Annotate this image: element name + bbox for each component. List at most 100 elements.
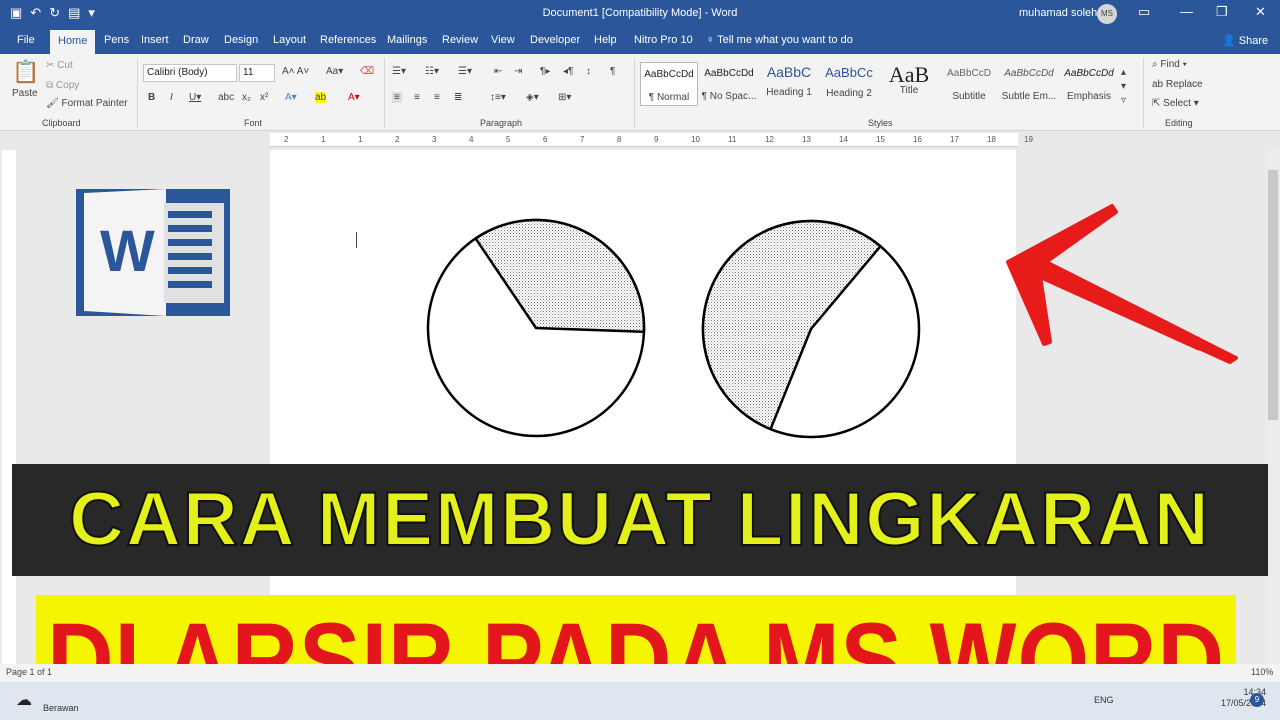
ruler-number: 18: [987, 135, 996, 144]
tab-references[interactable]: References: [320, 34, 376, 46]
weather-label[interactable]: Berawan: [43, 703, 79, 713]
vertical-scrollbar[interactable]: [1266, 150, 1280, 670]
style-heading-1[interactable]: AaBbC Heading 1: [760, 62, 818, 106]
tab-layout[interactable]: Layout: [273, 34, 306, 46]
vertical-ruler[interactable]: [2, 150, 16, 670]
notification-badge[interactable]: 9: [1250, 693, 1264, 707]
ruler-number: 7: [580, 135, 585, 144]
ruler-number: 16: [913, 135, 922, 144]
style-normal[interactable]: AaBbCcDd ¶ Normal: [640, 62, 698, 106]
align-right-icon[interactable]: ≡: [434, 92, 440, 103]
shading-icon[interactable]: ◈▾: [526, 92, 539, 103]
tab-help[interactable]: Help: [594, 34, 617, 46]
horizontal-ruler[interactable]: 2 1 1 2 3 4 5 6 7 8 9 10 11 12 13 14 15 16 17 18 19: [270, 133, 1033, 147]
style-title[interactable]: AaB Title: [880, 62, 938, 106]
strikethrough-icon[interactable]: abc: [218, 92, 234, 103]
tab-insert[interactable]: Insert: [141, 34, 169, 46]
tab-review[interactable]: Review: [442, 34, 478, 46]
tab-home[interactable]: Home: [50, 30, 96, 54]
change-case-icon[interactable]: Aa▾: [326, 66, 343, 77]
justify-icon[interactable]: ≣: [454, 92, 462, 103]
style-no-spacing[interactable]: AaBbCcDd ¶ No Spac...: [700, 62, 758, 106]
tab-view[interactable]: View: [491, 34, 515, 46]
paste-icon[interactable]: 📋: [12, 59, 39, 85]
ruler-number: 6: [543, 135, 548, 144]
highlight-icon[interactable]: ab: [315, 92, 327, 103]
ruler-number: 14: [839, 135, 848, 144]
ribbon-display-icon[interactable]: ▭: [1138, 4, 1150, 20]
bold-icon[interactable]: B: [148, 92, 155, 103]
user-name[interactable]: muhamad soleh: [1019, 7, 1097, 19]
superscript-icon[interactable]: x²: [260, 92, 268, 103]
tab-nitro[interactable]: Nitro Pro 10: [634, 34, 693, 46]
font-color-icon[interactable]: A▾: [348, 92, 360, 103]
copy-button[interactable]: ⧉ Copy: [46, 80, 79, 91]
format-painter-button[interactable]: 🖌 Format Painter: [46, 98, 128, 109]
ruler-number: 1: [358, 135, 363, 144]
font-family-select[interactable]: Calibri (Body): [143, 64, 237, 82]
font-size-select[interactable]: 11: [239, 64, 275, 82]
language-indicator[interactable]: ENG: [1094, 695, 1114, 705]
grow-font-icon[interactable]: A˄ A˅: [282, 66, 309, 77]
select-button[interactable]: ⇱ Select ▾: [1152, 98, 1199, 109]
tab-draw[interactable]: Draw: [183, 34, 209, 46]
tab-developer[interactable]: Developer: [530, 34, 580, 46]
cloud-icon[interactable]: ☁: [16, 690, 32, 710]
cut-button[interactable]: ✂ Cut: [46, 60, 73, 71]
multilevel-list-icon[interactable]: ☰▾: [458, 66, 472, 77]
zoom-level[interactable]: 110%: [1251, 667, 1273, 677]
increase-indent-icon[interactable]: ⇥: [514, 66, 522, 77]
text-cursor: [356, 232, 357, 248]
align-center-icon[interactable]: ≡: [414, 92, 420, 103]
rtl-icon[interactable]: ◂¶: [563, 66, 573, 77]
numbering-icon[interactable]: ☷▾: [425, 66, 439, 77]
styles-scroll-icon[interactable]: ▴ ▾ ▿: [1121, 66, 1126, 108]
restore-icon[interactable]: ❐: [1216, 4, 1228, 20]
decrease-indent-icon[interactable]: ⇤: [494, 66, 502, 77]
tab-design[interactable]: Design: [224, 34, 258, 46]
divider: [384, 58, 385, 128]
bullets-icon[interactable]: ☰▾: [392, 66, 406, 77]
ribbon: 📋 Paste ✂ Cut ⧉ Copy 🖌 Format Painter Cl…: [0, 54, 1280, 131]
page-count[interactable]: Page 1 of 1: [6, 667, 52, 677]
subscript-icon[interactable]: x₂: [242, 92, 251, 103]
tell-me-search[interactable]: ♀ Tell me what you want to do: [706, 34, 853, 46]
show-marks-icon[interactable]: ¶: [610, 66, 615, 77]
text-effects-icon[interactable]: A▾: [285, 92, 297, 103]
ruler-number: 8: [617, 135, 622, 144]
ruler-number: 10: [691, 135, 700, 144]
minimize-icon[interactable]: —: [1180, 4, 1193, 19]
replace-icon: ab: [1152, 79, 1166, 90]
find-button[interactable]: ⌕ Find ▾: [1152, 59, 1187, 70]
ltr-icon[interactable]: ¶▸: [540, 66, 550, 77]
close-icon[interactable]: ✕: [1255, 4, 1266, 20]
editing-group-label: Editing: [1165, 118, 1193, 128]
brush-icon: 🖌: [46, 98, 62, 109]
tab-pens[interactable]: Pens: [104, 34, 129, 46]
align-left-icon[interactable]: ≡: [392, 92, 402, 103]
scrollbar-thumb[interactable]: [1268, 170, 1278, 420]
style-subtle-emphasis[interactable]: AaBbCcDd Subtle Em...: [1000, 62, 1058, 106]
avatar[interactable]: MS: [1097, 4, 1117, 24]
share-button[interactable]: 👤 Share: [1222, 34, 1268, 47]
style-subtitle[interactable]: AaBbCcD Subtitle: [940, 62, 998, 106]
italic-icon[interactable]: I: [170, 92, 173, 103]
line-spacing-icon[interactable]: ↕≡▾: [490, 92, 506, 103]
ruler-number: 9: [654, 135, 659, 144]
borders-icon[interactable]: ⊞▾: [558, 92, 571, 103]
ruler-number: 2: [284, 135, 289, 144]
clear-format-icon[interactable]: ⌫: [360, 66, 374, 77]
underline-icon[interactable]: U▾: [189, 92, 201, 103]
ruler-number: 19: [1024, 135, 1033, 144]
style-emphasis[interactable]: AaBbCcDd Emphasis: [1060, 62, 1118, 106]
tab-mailings[interactable]: Mailings: [387, 34, 427, 46]
tab-file[interactable]: File: [17, 34, 35, 46]
paste-button[interactable]: Paste: [12, 88, 38, 99]
title-banner: CARA MEMBUAT LINGKARAN: [12, 464, 1268, 576]
ruler-number: 5: [506, 135, 511, 144]
paragraph-group-label: Paragraph: [480, 118, 523, 128]
scissors-icon: ✂: [46, 60, 58, 71]
replace-button[interactable]: ab Replace: [1152, 79, 1203, 90]
style-heading-2[interactable]: AaBbCc Heading 2: [820, 62, 878, 106]
sort-icon[interactable]: ↕: [586, 66, 591, 77]
